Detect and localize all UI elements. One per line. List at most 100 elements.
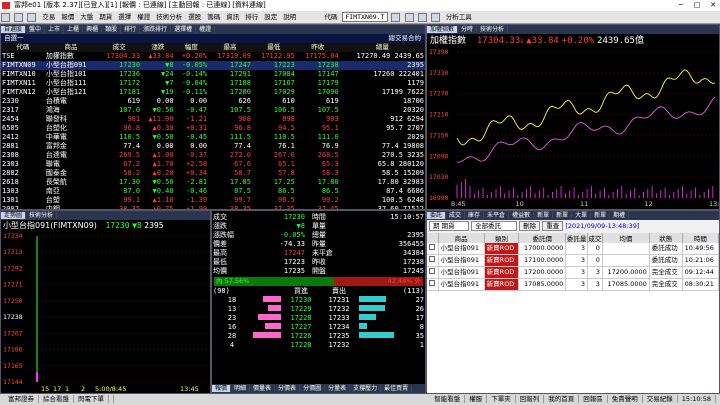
status-right-item[interactable]: 15:10:58 (677, 395, 716, 403)
refresh-button[interactable]: 重查 (542, 221, 564, 231)
tab-index-tabs-1[interactable]: 分時 (458, 26, 478, 33)
maximize-icon[interactable]: □ (692, 0, 702, 11)
status-right-item[interactable]: 權服 (465, 395, 488, 403)
menu-item-1[interactable]: 報價 (58, 11, 77, 24)
watchlist-select[interactable]: 自選一 (4, 34, 24, 42)
tab-detail-tabs-5[interactable]: 分量表 (325, 385, 351, 392)
orders-col-header[interactable] (427, 233, 439, 243)
menu-item-0[interactable]: 交易 (39, 11, 58, 24)
tab-index-tabs-2[interactable]: 技術分析 (477, 26, 509, 33)
status-right-item[interactable]: 交易紀錄 (642, 395, 678, 403)
orders-col-header[interactable]: 狀態 (649, 233, 683, 243)
forward-icon[interactable] (27, 12, 37, 22)
tab-quote-tabs-7[interactable]: 漲跌排行 (140, 26, 172, 33)
quote-row[interactable]: 6505 台塑化 96.8 ▲0.30 +0.31 96.8 94.5 95.1 95.7 27… (1, 124, 425, 133)
order-select-cell[interactable] (427, 254, 439, 267)
quote-row[interactable]: 2317 鴻海 107.0 ▼0.50 -0.47 107.5 106.5 107.5 2032… (1, 106, 425, 115)
order-checkbox-icon[interactable] (429, 280, 435, 286)
status-right-item[interactable]: 我的首頁 (544, 395, 580, 403)
quote-row[interactable]: FIMTXN09 小型台指091 17230 ▼8 -0.05% 17247 17223 17… (1, 61, 425, 70)
status-right-item[interactable]: 回報列 (515, 395, 545, 403)
status-right-item[interactable]: 免責聲明 (607, 395, 643, 403)
order-row[interactable]: 小型台指091 新賣ROD 17200.0000 3 3 17200.0000 完全成交 09… (427, 266, 719, 279)
tab-quote-tabs-9[interactable]: 權證 (196, 26, 216, 33)
minimize-icon[interactable]: ─ (676, 0, 686, 11)
tab-order-tabs-1[interactable]: 成交 (446, 212, 466, 219)
quote-row[interactable]: 2308 台達電 269.5 ▲1.00 -0.37 272.0 267.0 268.5 270… (1, 151, 425, 160)
home-icon[interactable] (1, 12, 10, 22)
tab-tick-tabs-0[interactable]: 走勢圖 (1, 212, 27, 219)
menu-item-2[interactable]: 大盤 (77, 11, 96, 24)
order-checkbox-icon[interactable] (429, 268, 435, 274)
order-filter-select[interactable]: 全部委託 (471, 221, 518, 231)
quote-col-header[interactable]: 最高 (208, 43, 252, 52)
tick-chart[interactable]: 17334 17313 17292 17271 17250 17238 17207 17186… (1, 232, 210, 393)
order-select-cell[interactable] (427, 266, 439, 279)
tab-detail-tabs-6[interactable]: 支撐壓力 (350, 385, 382, 392)
quote-row[interactable]: 2618 長榮航 17.30 ▼0.50 -2.81 17.85 17.25 17.80 17.… (1, 178, 425, 187)
quote-row[interactable]: 2412 中華電 110.5 ▼0.50 -0.45 111.5 110.5 111.0 202… (1, 133, 425, 142)
menu-item-9[interactable]: 資訊 (223, 11, 242, 24)
orders-col-header[interactable]: 時間 (682, 233, 719, 243)
quote-col-header[interactable]: 商品 (44, 43, 98, 52)
orders-col-header[interactable]: 類別 (484, 233, 520, 243)
status-left-item[interactable]: 富邦證券 (4, 395, 39, 403)
code-input[interactable]: FIMTXN09.T (342, 12, 389, 22)
status-right-item[interactable]: 智能看盤 (430, 395, 466, 403)
tab-order-tabs-9[interactable]: 期權 (610, 212, 630, 219)
quote-row[interactable]: FIMTXN10 小型台指101 17236 ▼24 -0.14% 17291 17084 1… (1, 70, 425, 79)
index-chart[interactable]: 17390 17330 17270 17210 17150 17090 17030 16990… (427, 48, 719, 208)
status-right-item[interactable]: 回報區 (579, 395, 608, 403)
tab-quote-tabs-3[interactable]: 上櫃 (64, 26, 84, 33)
menu-item-12[interactable]: 說明 (280, 11, 299, 24)
tab-detail-tabs-1[interactable]: 明細 (231, 385, 251, 392)
tab-quote-tabs-2[interactable]: 上市 (45, 26, 65, 33)
layout-icon[interactable] (417, 12, 427, 22)
quote-row[interactable]: 2303 聯電 67.2 ▲1.70 +2.58 67.6 65.1 65.3 65.8 280… (1, 160, 425, 169)
tab-detail-tabs-3[interactable]: 分價表 (275, 385, 301, 392)
quote-row[interactable]: 2881 富邦金 77.4 0.00 0.00 77.4 76.1 76.9 77.4 1980… (1, 142, 425, 151)
status-right-item[interactable]: 下單夾 (487, 395, 516, 403)
chart-icon[interactable] (430, 12, 440, 22)
menu-item-11[interactable]: 設定 (261, 11, 280, 24)
quote-row[interactable]: FIMTXN11 小型台指111 17172 ▼7 -0.04% 17188 17167 17… (1, 79, 425, 88)
order-checkbox-icon[interactable] (429, 256, 435, 262)
tab-order-tabs-3[interactable]: 未平倉 (484, 212, 510, 219)
tab-quote-tabs-4[interactable]: 興櫃 (83, 26, 103, 33)
tab-quote-tabs-5[interactable]: 類股 (102, 26, 122, 33)
quote-col-header[interactable]: 幅度 (174, 43, 209, 52)
status-left-item[interactable]: 閃電下單 (74, 395, 109, 403)
order-select-cell[interactable] (427, 278, 439, 291)
orders-col-header[interactable]: 商品 (438, 233, 485, 243)
tab-order-tabs-2[interactable]: 庫存 (465, 212, 485, 219)
tab-index-tabs-0[interactable]: 加權指數 (427, 26, 459, 33)
tab-quote-tabs-0[interactable]: 自選股 (1, 26, 27, 33)
tab-order-tabs-6[interactable]: 新單 (553, 212, 573, 219)
quote-col-header[interactable]: 最低 (251, 43, 296, 52)
account-select[interactable]: 期 期貨 (429, 221, 469, 231)
tab-order-tabs-4[interactable]: 權益數 (509, 212, 535, 219)
quote-col-header[interactable]: 漲跌 (141, 43, 175, 52)
book-row[interactable]: 13 17229 17232 26 (212, 305, 425, 314)
book-row[interactable]: 23 17228 17233 17 (212, 314, 425, 323)
delete-button[interactable]: 刪除 (519, 221, 541, 231)
quote-row[interactable]: 1303 南亞 87.0 ▼0.40 -0.46 87.5 86.5 86.5 87.4 668… (1, 187, 425, 196)
quote-row[interactable]: 2454 聯發科 901 ▲11.00 -1.21 908 898 903 912 6294 (1, 115, 425, 124)
menu-item-7[interactable]: 選股 (185, 11, 204, 24)
quote-row[interactable]: TSE 加權指數 17304.33 ▲33.84 +0.20% 17319.09 17122… (1, 52, 425, 61)
orders-col-header[interactable]: 均價 (602, 233, 650, 243)
tab-order-tabs-0[interactable]: 委託 (427, 212, 447, 219)
menu-item-3[interactable]: 期貨 (96, 11, 115, 24)
tab-detail-tabs-4[interactable]: 分價圖 (300, 385, 326, 392)
back-icon[interactable] (14, 12, 24, 22)
order-row[interactable]: 小型台指091 新賣ROD 17100.0000 3 0 委託成功 10:21:06 (427, 254, 719, 267)
search-icon[interactable] (391, 12, 401, 22)
order-row[interactable]: 小型台指091 新賣ROD 17000.0000 3 0 委託成功 10:49:56 (427, 243, 719, 255)
menu-item-6[interactable]: 技術分析 (153, 11, 185, 24)
menu-item-8[interactable]: 籌碼 (204, 11, 223, 24)
order-row[interactable]: 小型台指091 新賣ROD 17085.0000 3 3 17085.0000 完全成交 08… (427, 278, 719, 291)
quote-col-header[interactable]: 昨收 (295, 43, 340, 52)
menu-item-10[interactable]: 排行 (242, 11, 261, 24)
orders-col-header[interactable]: 成交 (587, 233, 603, 243)
tab-detail-tabs-2[interactable]: 價量表 (250, 385, 276, 392)
